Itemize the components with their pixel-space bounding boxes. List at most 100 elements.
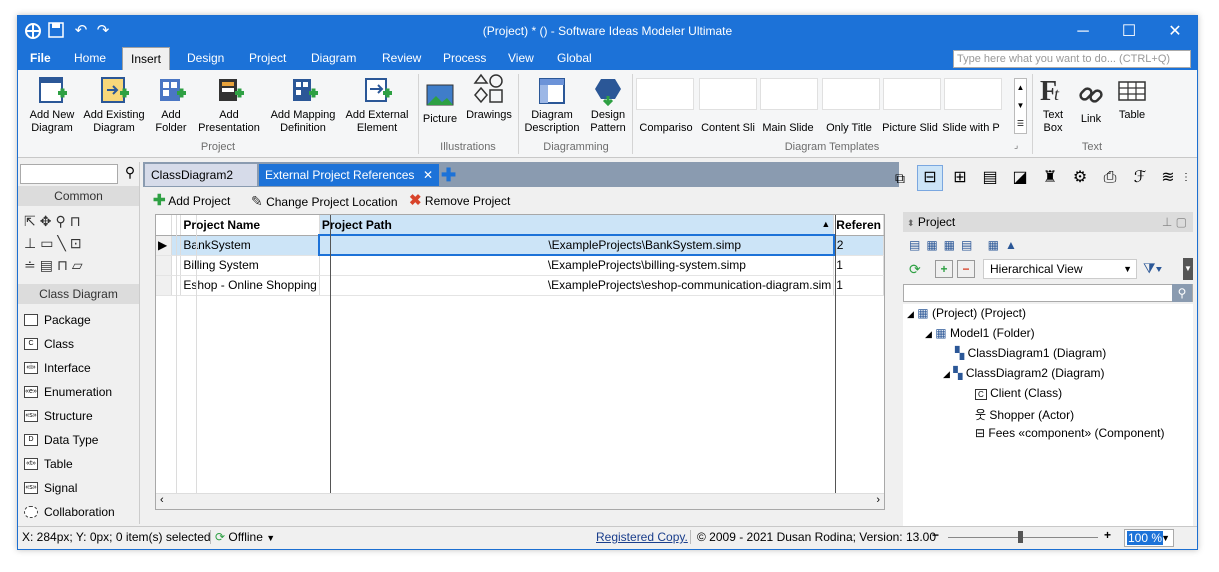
tool-data-type[interactable]: D Data Type (18, 428, 139, 452)
tab-insert[interactable]: Insert (122, 47, 171, 71)
tab-process[interactable]: Process (435, 47, 494, 70)
registered-copy-link[interactable]: Registered Copy. (596, 530, 688, 544)
layers-icon[interactable]: ≋ (1155, 165, 1181, 191)
picture-button[interactable]: Picture (420, 80, 460, 126)
column-header-project-name[interactable]: Project Name (180, 215, 320, 236)
tab-review[interactable]: Review (374, 47, 429, 70)
tool-interface[interactable]: «i» Interface (18, 356, 139, 380)
filter-icon[interactable]: ⧩▾ (1143, 260, 1162, 277)
dialog-launcher-icon[interactable]: ⌟ (1014, 140, 1018, 151)
cell-project-path[interactable]: \ExampleProjects\BankSystem.simp (318, 234, 835, 256)
add-icon[interactable]: + (935, 260, 953, 278)
tool-signal[interactable]: «s» Signal (18, 476, 139, 500)
more-icon[interactable]: ⋮ (1179, 165, 1193, 191)
maximize-button[interactable]: ☐ (1106, 16, 1152, 47)
zoom-in-icon[interactable]: + (1104, 528, 1111, 542)
tab-home[interactable]: Home (66, 47, 114, 70)
collapse-icon[interactable]: ◢ (943, 369, 950, 379)
printer-icon[interactable]: ⎙ (1097, 165, 1123, 191)
template-thumbnail[interactable] (822, 78, 880, 110)
zoom-thumb[interactable] (1018, 531, 1023, 543)
tree-item-class[interactable]: C Client (Class) (975, 386, 1062, 400)
class-diagram-header[interactable]: Class Diagram (18, 284, 139, 304)
tool-collaboration[interactable]: Collaboration (18, 500, 139, 524)
template-item[interactable]: Slide with P (940, 122, 1002, 135)
browser-icon[interactable]: ⊞ (947, 165, 973, 191)
cell-references[interactable]: 1 (833, 275, 884, 296)
search-icon[interactable]: ⚲ (120, 164, 140, 184)
connection-status[interactable]: ⟳ Offline ▼ (210, 530, 275, 544)
tool-structure[interactable]: «s» Structure (18, 404, 139, 428)
cell-project-name[interactable]: Billing System (180, 255, 320, 276)
cell-project-name[interactable]: BankSystem (180, 235, 320, 256)
tab-classdiagram2[interactable]: ClassDiagram2 (145, 164, 257, 186)
table-row[interactable]: ▶ BankSystem \ExampleProjects\BankSystem… (156, 234, 884, 256)
format-icon[interactable]: ℱ (1127, 165, 1153, 191)
document-icon[interactable]: ▤ (977, 165, 1003, 191)
scroll-left-icon[interactable]: ‹ (160, 494, 164, 506)
tools-icon[interactable]: ♜ (1037, 165, 1063, 191)
collapse-icon[interactable]: ◢ (907, 309, 914, 319)
add-mapping-definition-button[interactable]: Add Mapping Definition (266, 76, 340, 135)
tab-diagram[interactable]: Diagram (303, 47, 364, 70)
add-project-button[interactable]: ✚ Add Project (153, 190, 230, 212)
tab-global[interactable]: Global (549, 47, 600, 70)
view-mode-select[interactable]: Hierarchical View ▼ (983, 259, 1137, 279)
command-search-input[interactable]: Type here what you want to do... (CTRL+Q… (953, 50, 1191, 68)
project-actions-toolbar[interactable]: ▤▦▦▤ ▦▲ (903, 234, 1193, 256)
style-icon[interactable]: ◪ (1007, 165, 1033, 191)
toolbox-search-input[interactable] (20, 164, 118, 184)
remove-project-button[interactable]: ✖ Remove Project (409, 190, 510, 212)
tree-item-folder[interactable]: ◢ ▦ Model1 (Folder) (925, 326, 1035, 340)
table-button[interactable]: Table (1114, 76, 1150, 122)
tab-design[interactable]: Design (179, 47, 232, 70)
dropdown-arrow-icon[interactable]: ▼ (1183, 258, 1193, 280)
common-tools-grid[interactable]: ⇱✥⚲⊓ ⊥▭╲⊡ ≐▤⊓▱ (24, 210, 134, 276)
template-item[interactable]: Only Title (820, 122, 878, 135)
tool-class[interactable]: C Class (18, 332, 139, 356)
tree-item-component[interactable]: ⊟ Fees «component» (Component) (975, 426, 1165, 440)
cell-project-path[interactable]: \ExampleProjects\billing-system.simp (319, 255, 835, 276)
template-thumbnail[interactable] (883, 78, 941, 110)
common-header[interactable]: Common (18, 186, 139, 206)
template-item[interactable]: Picture Slid (880, 122, 940, 135)
tool-table[interactable]: «t» Table (18, 452, 139, 476)
link-button[interactable]: Link (1076, 80, 1106, 126)
zoom-slider[interactable]: − + (930, 528, 1116, 546)
cell-references[interactable]: 1 (833, 255, 884, 276)
pin-icon[interactable]: ⊥ ▢ (1162, 212, 1187, 232)
tree-item-project[interactable]: ◢ ▦ (Project) (Project) (907, 306, 1026, 320)
column-header-references[interactable]: Referen (833, 215, 884, 236)
scroll-right-icon[interactable]: › (876, 494, 880, 506)
zoom-level-select[interactable]: 100 % ▼ (1124, 529, 1174, 547)
tool-package[interactable]: Package (18, 308, 139, 332)
close-tab-icon[interactable]: ✕ (423, 164, 433, 186)
change-project-location-button[interactable]: ✎ Change Project Location (251, 190, 398, 212)
add-external-element-button[interactable]: Add External Element (344, 76, 410, 135)
diagram-description-button[interactable]: Diagram Description (522, 76, 582, 135)
zoom-out-icon[interactable]: − (932, 528, 939, 542)
template-gallery-scroll[interactable]: ▲ ▼ ☰ (1014, 78, 1027, 134)
close-button[interactable]: ✕ (1152, 16, 1197, 47)
table-row[interactable]: Eshop - Online Shopping \ExampleProjects… (156, 275, 884, 296)
tree-item-diagram[interactable]: ◢ ▚ ClassDiagram2 (Diagram) (943, 366, 1105, 380)
cell-project-path[interactable]: \ExampleProjects\eshop-communication-dia… (319, 275, 835, 296)
search-icon[interactable]: ⚲ (1172, 284, 1192, 302)
settings-icon[interactable]: ⚙ (1067, 165, 1093, 191)
tab-view[interactable]: View (500, 47, 542, 70)
template-thumbnail[interactable] (944, 78, 1002, 110)
drawings-button[interactable]: Drawings (464, 72, 514, 122)
design-pattern-button[interactable]: Design Pattern (584, 76, 632, 135)
cell-project-name[interactable]: Eshop - Online Shopping (180, 275, 320, 296)
template-thumbnail[interactable] (760, 78, 818, 110)
template-item[interactable]: Compariso (636, 122, 696, 135)
column-header-project-path[interactable]: Project Path ▲ (319, 215, 835, 236)
tree-item-actor[interactable]: 웃 Shopper (Actor) (975, 406, 1074, 423)
tab-file[interactable]: File (22, 47, 59, 70)
project-tree-icon[interactable]: ⊟ (917, 165, 943, 191)
template-item[interactable]: Main Slide (760, 122, 816, 135)
collapse-icon[interactable]: ◢ (925, 329, 932, 339)
table-row[interactable]: Billing System \ExampleProjects\billing-… (156, 255, 884, 276)
remove-item-icon[interactable]: − (957, 260, 975, 278)
template-item[interactable]: Content Sli (698, 122, 758, 135)
